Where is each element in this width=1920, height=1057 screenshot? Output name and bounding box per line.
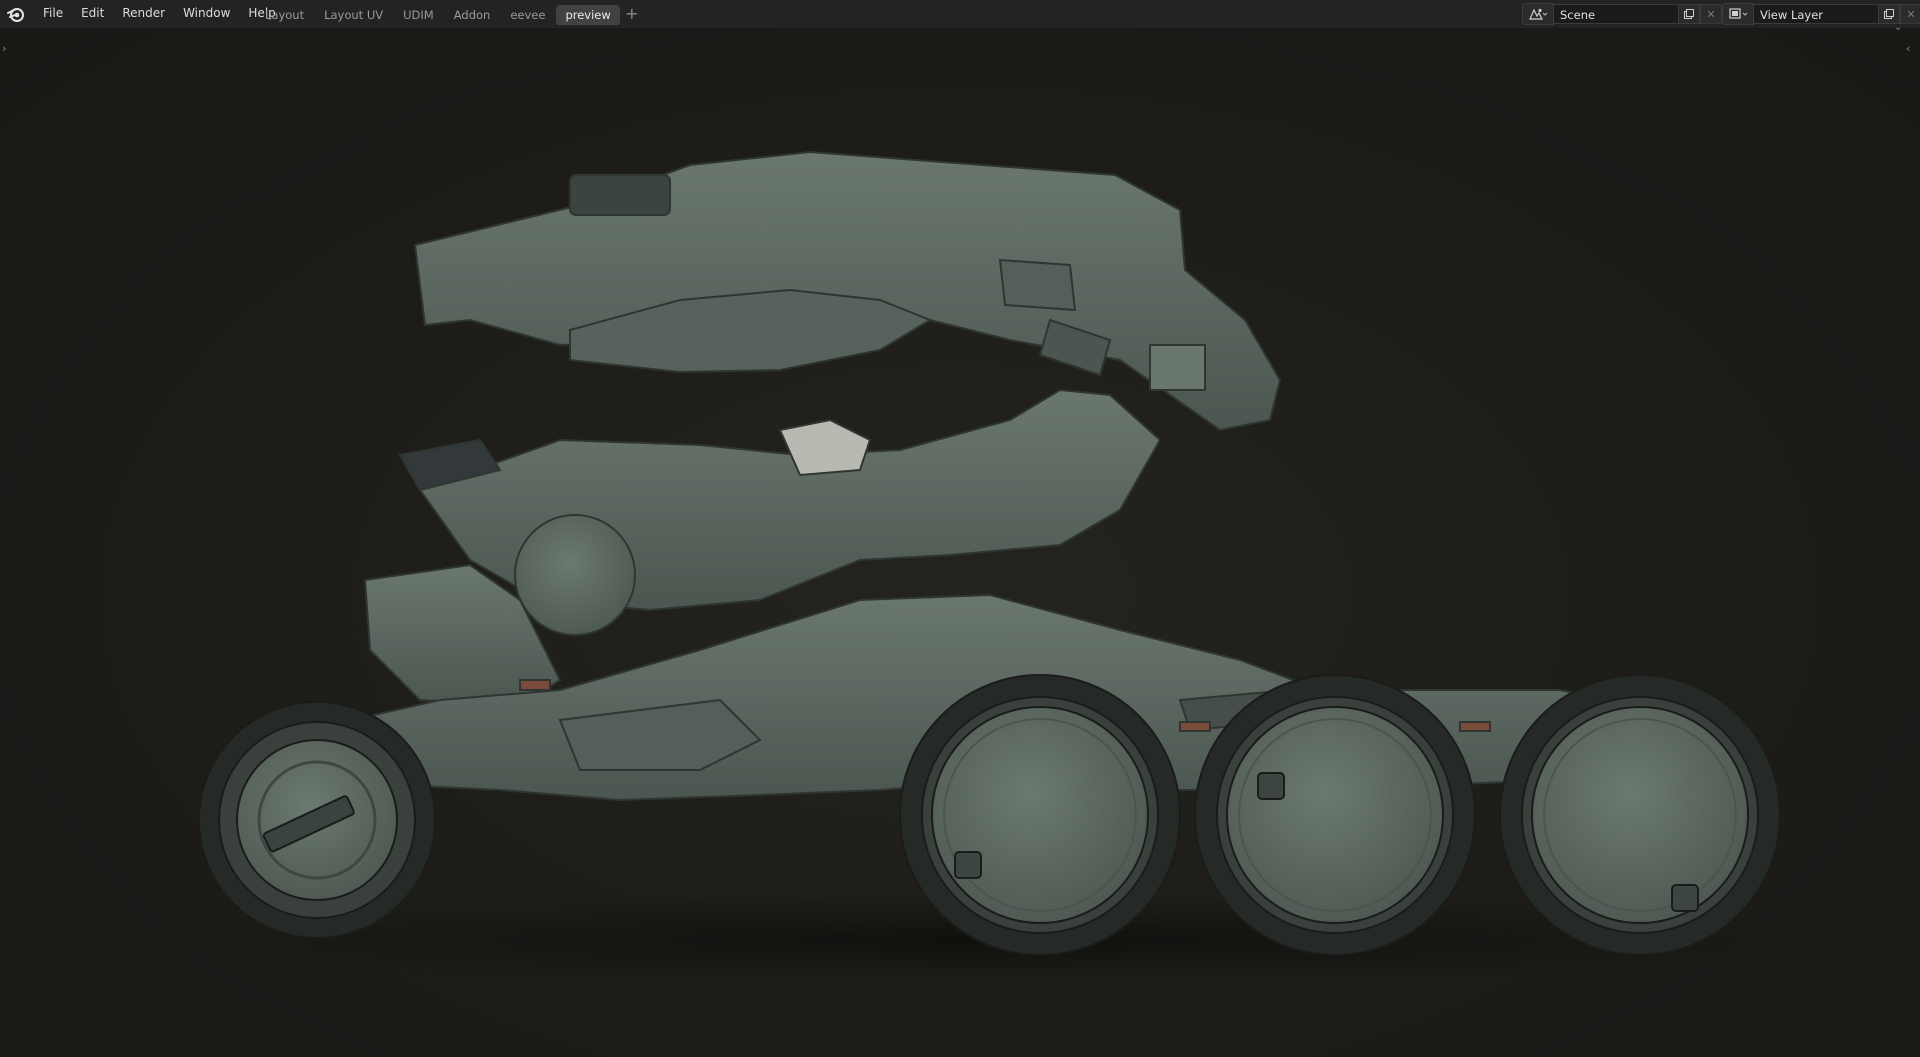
menu-render[interactable]: Render bbox=[113, 0, 174, 28]
scene-name-field[interactable]: Scene bbox=[1554, 4, 1678, 24]
menu-window[interactable]: Window bbox=[174, 0, 239, 28]
main-menu: File Edit Render Window Help bbox=[34, 0, 285, 28]
view-layer-selector: View Layer ✕ bbox=[1722, 3, 1920, 25]
scene-browse-button[interactable] bbox=[1522, 3, 1554, 25]
wheel-rear bbox=[1499, 674, 1781, 956]
menu-edit[interactable]: Edit bbox=[72, 0, 113, 28]
tab-layout-uv[interactable]: Layout UV bbox=[315, 5, 392, 25]
tab-addon[interactable]: Addon bbox=[445, 5, 500, 25]
wheel-front bbox=[198, 701, 436, 939]
delete-scene-button[interactable]: ✕ bbox=[1700, 4, 1722, 24]
upper-arm bbox=[413, 150, 1282, 432]
tab-layout[interactable]: Layout bbox=[256, 5, 313, 25]
view-layer-name-field[interactable]: View Layer bbox=[1754, 4, 1878, 24]
copy-icon bbox=[1684, 9, 1694, 19]
tab-eevee[interactable]: eevee bbox=[501, 5, 554, 25]
workspace-tabs: Layout Layout UV UDIM Addon eevee previe… bbox=[256, 5, 642, 25]
menu-file[interactable]: File bbox=[34, 0, 72, 28]
blender-logo-icon[interactable] bbox=[6, 4, 26, 24]
top-bar: File Edit Render Window Help Layout Layo… bbox=[0, 0, 1920, 28]
scene-icon bbox=[1529, 8, 1548, 20]
scene-selector: Scene ✕ bbox=[1522, 3, 1722, 25]
render-layer-icon bbox=[1729, 8, 1748, 19]
close-icon: ✕ bbox=[1906, 7, 1916, 21]
tab-udim[interactable]: UDIM bbox=[394, 5, 443, 25]
3d-viewport[interactable]: › ‹ ⌄ bbox=[0, 22, 1920, 1057]
copy-icon bbox=[1884, 9, 1894, 19]
tab-preview[interactable]: preview bbox=[556, 5, 620, 25]
rover-render bbox=[140, 150, 1860, 985]
new-scene-button[interactable] bbox=[1678, 4, 1700, 24]
view-layer-browse-button[interactable] bbox=[1722, 3, 1754, 25]
wheel-middle-2 bbox=[1194, 674, 1476, 956]
wheel-middle-1 bbox=[899, 674, 1181, 956]
delete-view-layer-button[interactable]: ✕ bbox=[1900, 4, 1920, 24]
close-icon: ✕ bbox=[1706, 7, 1716, 21]
add-workspace-button[interactable]: + bbox=[622, 5, 642, 25]
lower-arm bbox=[398, 388, 1162, 612]
new-view-layer-button[interactable] bbox=[1878, 4, 1900, 24]
